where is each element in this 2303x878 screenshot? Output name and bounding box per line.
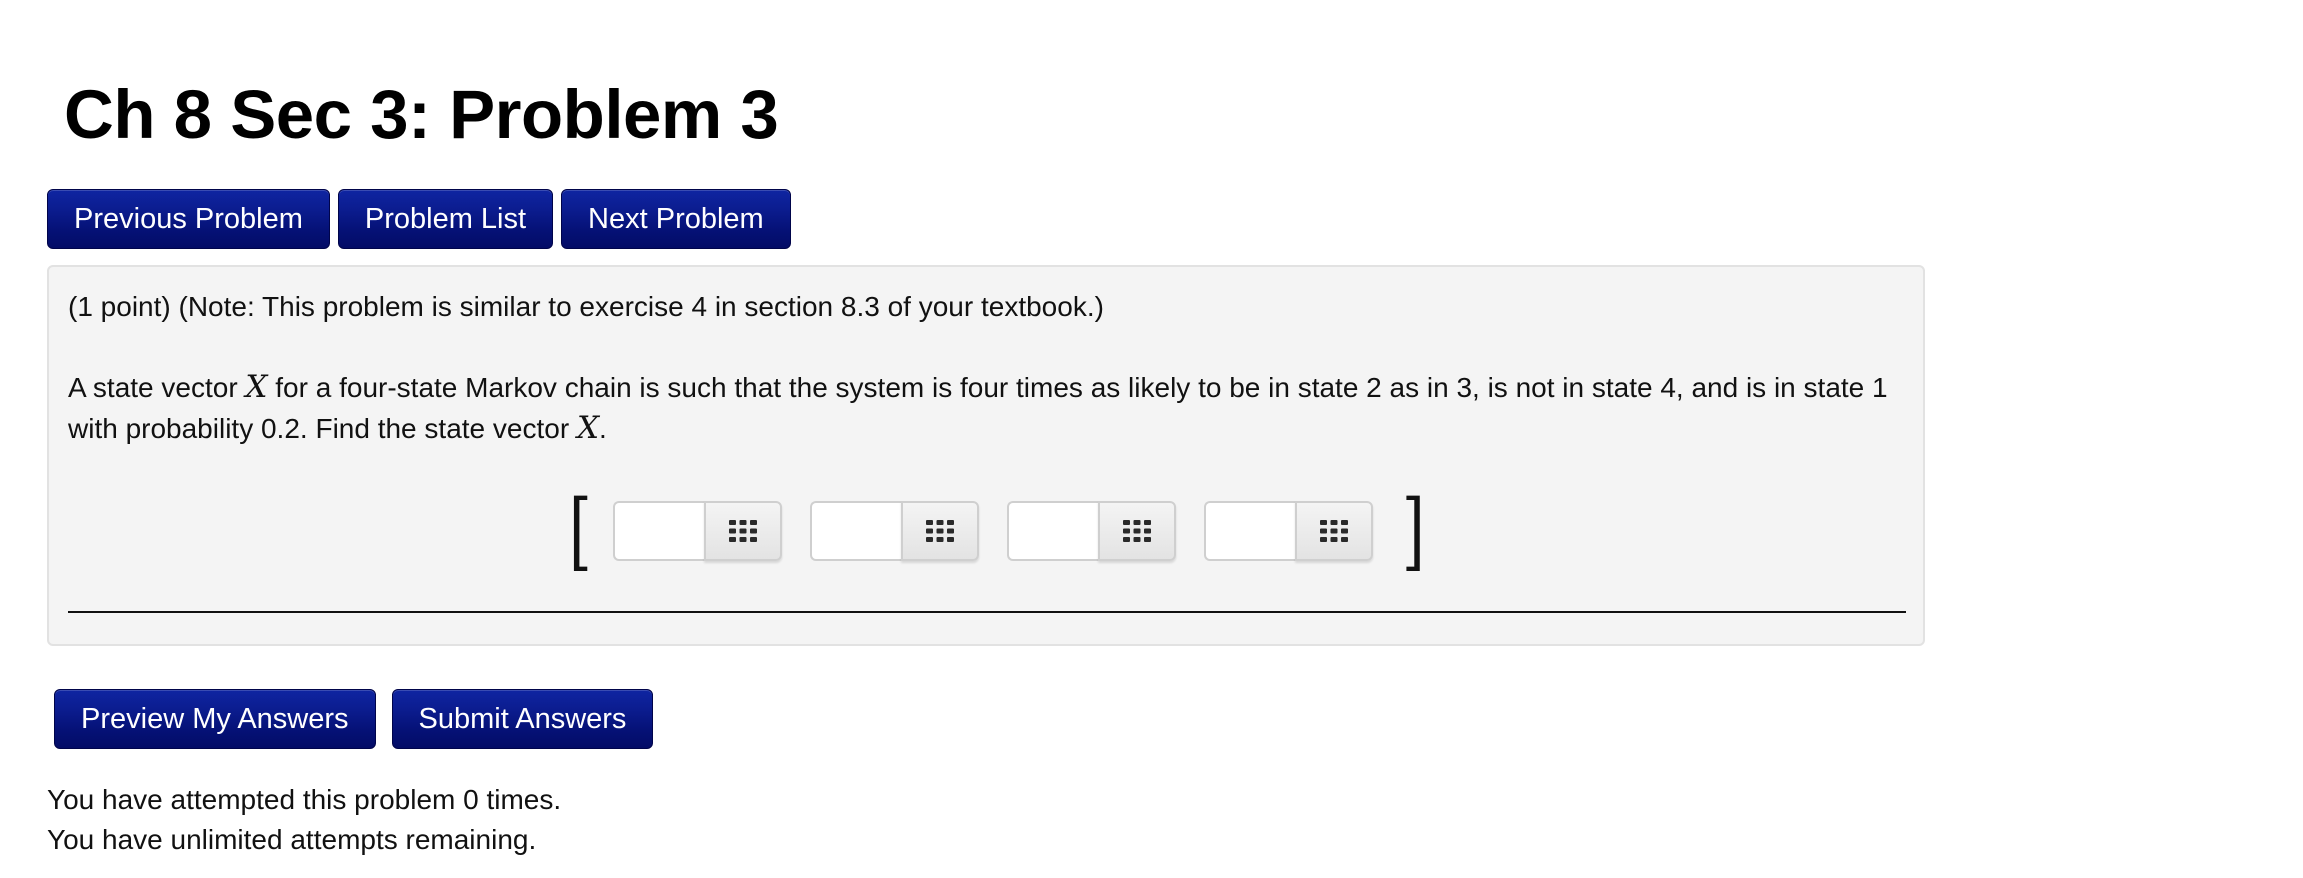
- keypad-button-2[interactable]: [900, 501, 979, 561]
- answer-actions: Preview My Answers Submit Answers: [54, 689, 654, 749]
- previous-problem-button[interactable]: Previous Problem: [47, 189, 330, 249]
- keypad-button-4[interactable]: [1294, 501, 1373, 561]
- answer-entry-2: [809, 501, 979, 561]
- divider: [68, 611, 1906, 613]
- problem-note: (1 point) (Note: This problem is similar…: [68, 291, 1104, 322]
- statement-text-1: A state vector: [68, 372, 238, 403]
- keypad-grid-icon: [925, 520, 954, 542]
- left-bracket: [: [568, 482, 592, 580]
- attempts-count-text: You have attempted this problem 0 times.: [47, 784, 562, 815]
- keypad-grid-icon: [728, 520, 757, 542]
- preview-answers-button[interactable]: Preview My Answers: [54, 689, 376, 749]
- keypad-button-3[interactable]: [1097, 501, 1176, 561]
- answer-input-2[interactable]: [809, 501, 901, 561]
- answer-input-4[interactable]: [1203, 501, 1295, 561]
- math-variable-x: X: [245, 369, 268, 405]
- answer-entry-4: [1203, 501, 1373, 561]
- math-variable-x: X: [576, 410, 600, 446]
- state-vector-answer: []: [564, 482, 1430, 580]
- submit-answers-button[interactable]: Submit Answers: [391, 689, 654, 749]
- next-problem-button[interactable]: Next Problem: [561, 189, 791, 249]
- answer-input-3[interactable]: [1006, 501, 1098, 561]
- attempt-status: You have attempted this problem 0 times.…: [47, 780, 561, 860]
- keypad-grid-icon: [1122, 520, 1151, 542]
- statement-end: .: [599, 413, 607, 444]
- answer-entry-3: [1006, 501, 1176, 561]
- problem-box: (1 point) (Note: This problem is similar…: [47, 265, 1925, 646]
- problem-list-button[interactable]: Problem List: [337, 189, 554, 249]
- keypad-button-1[interactable]: [703, 501, 782, 561]
- page-title: Ch 8 Sec 3: Problem 3: [64, 76, 779, 153]
- statement-text-2: for a four-state Markov chain is such th…: [68, 372, 1888, 444]
- problem-statement: A state vector X for a four-state Markov…: [68, 367, 1908, 449]
- answer-entry-1: [612, 501, 782, 561]
- page: Ch 8 Sec 3: Problem 3 Previous Problem P…: [0, 0, 2303, 878]
- answer-input-1[interactable]: [612, 501, 704, 561]
- keypad-grid-icon: [1319, 520, 1348, 542]
- attempts-remaining-text: You have unlimited attempts remaining.: [47, 824, 537, 855]
- problem-navigation: Previous Problem Problem List Next Probl…: [47, 189, 791, 249]
- right-bracket: ]: [1401, 482, 1425, 580]
